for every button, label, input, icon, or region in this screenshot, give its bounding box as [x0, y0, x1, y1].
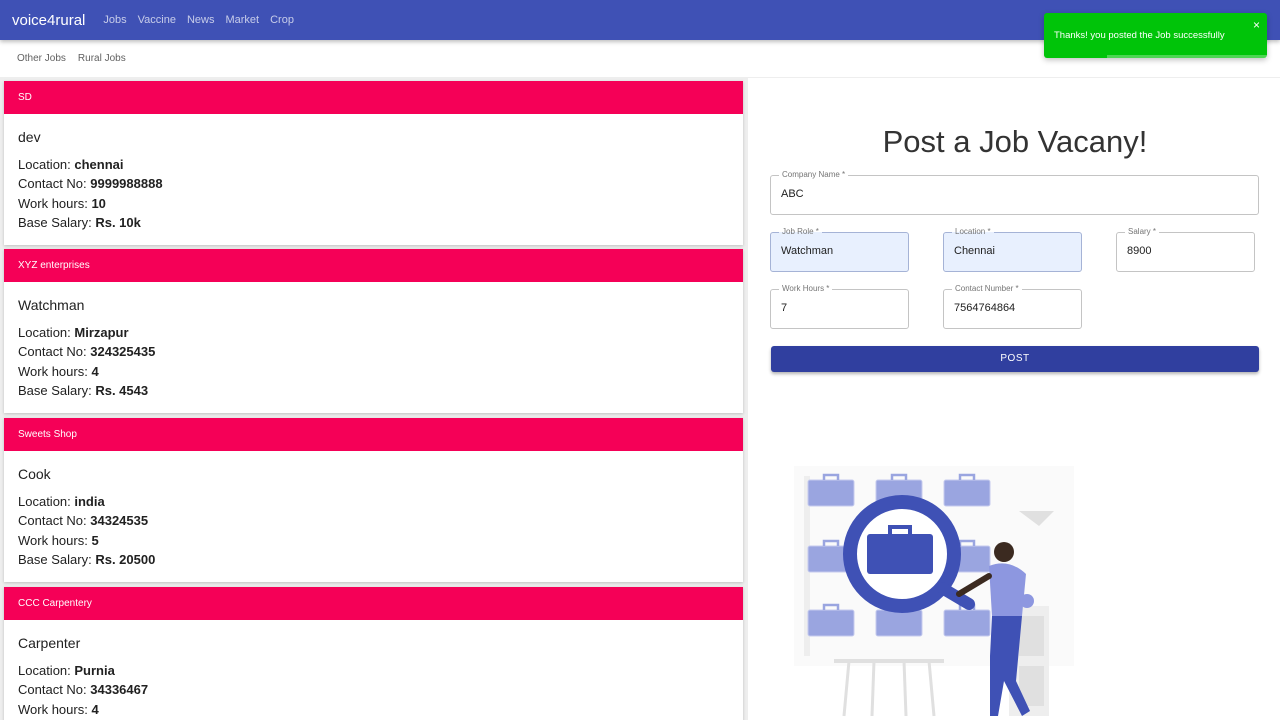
- nav-link-jobs[interactable]: Jobs: [103, 14, 126, 26]
- nav-link-crop[interactable]: Crop: [270, 14, 294, 26]
- brand-logo[interactable]: voice4rural: [12, 12, 85, 29]
- success-toast: Thanks! you posted the Job successfully …: [1044, 13, 1267, 58]
- job-role: Watchman: [18, 297, 85, 313]
- job-card: XYZ enterprises Watchman Location: Mirza…: [4, 249, 743, 413]
- job-location: Location: Purnia: [18, 663, 115, 678]
- jobs-list[interactable]: SD dev Location: chennai Contact No: 999…: [0, 78, 746, 720]
- field-value[interactable]: Watchman: [781, 245, 833, 257]
- page-title: Post a Job Vacany!: [882, 124, 1148, 159]
- job-company: Sweets Shop: [4, 418, 743, 451]
- job-role: Cook: [18, 466, 51, 482]
- tab-other-jobs[interactable]: Other Jobs: [17, 53, 66, 64]
- job-contact: Contact No: 34324535: [18, 513, 149, 529]
- job-company: SD: [4, 81, 743, 114]
- field-label: Salary *: [1125, 227, 1160, 237]
- work-hours-field[interactable]: Work Hours * 7: [770, 284, 909, 329]
- job-contact: Contact No: 9999988888: [18, 176, 163, 192]
- nav-link-news[interactable]: News: [187, 14, 215, 26]
- toast-message: Thanks! you posted the Job successfully: [1054, 30, 1225, 41]
- job-role-field[interactable]: Job Role * Watchman: [770, 227, 909, 272]
- job-role: Carpenter: [18, 635, 81, 651]
- nav-link-market[interactable]: Market: [225, 14, 259, 26]
- nav-link-vaccine[interactable]: Vaccine: [138, 14, 176, 26]
- company-name-field[interactable]: Company Name * ABC: [770, 170, 1259, 215]
- salary-field[interactable]: Salary * 8900: [1116, 227, 1255, 272]
- post-job-panel: Post a Job Vacany! Company Name * ABC Jo…: [746, 78, 1280, 720]
- toast-progress-bar: [1107, 55, 1267, 58]
- job-location: Location: india: [18, 494, 105, 509]
- job-company: XYZ enterprises: [4, 249, 743, 282]
- field-value[interactable]: 7564764864: [954, 302, 1015, 314]
- job-location: Location: Mirzapur: [18, 325, 129, 340]
- field-value[interactable]: ABC: [781, 188, 804, 200]
- job-hours: Work hours: 4: [18, 363, 99, 379]
- close-icon[interactable]: ×: [1253, 18, 1260, 32]
- job-contact: Contact No: 324325435: [18, 344, 156, 360]
- field-value[interactable]: 7: [781, 302, 787, 314]
- field-label: Job Role *: [779, 227, 822, 237]
- post-button[interactable]: POST: [771, 346, 1259, 372]
- job-search-illustration: [794, 466, 1074, 717]
- location-field[interactable]: Location * Chennai: [943, 227, 1082, 272]
- job-hours: Work hours: 4: [18, 701, 99, 717]
- person-head: [994, 542, 1014, 562]
- job-card: SD dev Location: chennai Contact No: 999…: [4, 81, 743, 245]
- job-location: Location: chennai: [18, 157, 124, 172]
- tab-rural-jobs[interactable]: Rural Jobs: [78, 53, 126, 64]
- field-label: Location *: [952, 227, 994, 237]
- job-salary: Base Salary: Rs. 4543: [18, 382, 149, 398]
- field-label: Company Name *: [779, 170, 849, 180]
- job-role: dev: [18, 129, 41, 145]
- field-label: Work Hours *: [779, 284, 833, 294]
- job-contact: Contact No: 34336467: [18, 682, 149, 698]
- briefcase-icon: [867, 534, 933, 574]
- job-card: Sweets Shop Cook Location: india Contact…: [4, 418, 743, 582]
- contact-number-field[interactable]: Contact Number * 7564764864: [943, 284, 1082, 329]
- field-value[interactable]: 8900: [1127, 245, 1151, 257]
- job-salary: Base Salary: Rs. 20500: [18, 551, 156, 567]
- job-hours: Work hours: 10: [18, 195, 106, 211]
- job-card: CCC Carpentery Carpenter Location: Purni…: [4, 587, 743, 720]
- job-hours: Work hours: 5: [18, 532, 99, 548]
- job-salary: Base Salary: Rs. 10k: [18, 214, 141, 230]
- field-value[interactable]: Chennai: [954, 245, 995, 257]
- job-company: CCC Carpentery: [4, 587, 743, 620]
- field-label: Contact Number *: [952, 284, 1022, 294]
